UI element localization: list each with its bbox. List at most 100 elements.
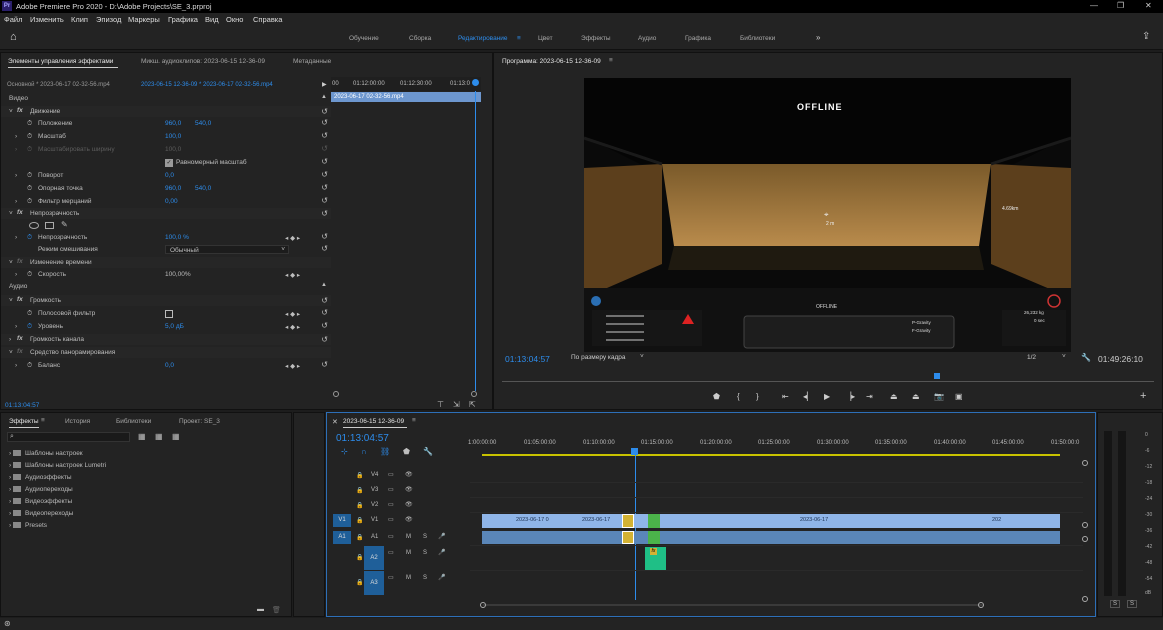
home-icon[interactable]: ⌂	[10, 31, 17, 43]
timeline-v-scrollbar[interactable]	[1082, 460, 1088, 610]
reset-icon[interactable]: ↺	[321, 321, 328, 330]
ws-assembly[interactable]: Сборка	[409, 35, 431, 42]
ws-menu-icon[interactable]: ≡	[517, 35, 521, 42]
tab-metadata[interactable]: Метаданные	[293, 58, 331, 65]
extract-icon[interactable]: ⏏	[912, 392, 920, 401]
green-audio-clip[interactable]	[648, 531, 660, 544]
scroll-handle-icon[interactable]	[1082, 536, 1088, 542]
expand-icon[interactable]: ˅	[9, 349, 13, 356]
solo-left-button[interactable]: S	[1110, 600, 1121, 608]
scroll-up-icon[interactable]: ▲	[321, 282, 327, 288]
play-icon[interactable]: ▶	[824, 392, 830, 401]
scale-value[interactable]: 100,0	[165, 133, 181, 140]
panner-section[interactable]: ˅ fx Средство панорамирования	[1, 347, 331, 358]
folder-item[interactable]: › Аудиоэффекты	[9, 474, 72, 481]
mini-ruler[interactable]: 00 01:12:00:00 01:12:30:00 01:13:0	[331, 77, 481, 91]
program-playhead-icon[interactable]	[934, 373, 940, 379]
reset-icon[interactable]: ↺	[321, 157, 328, 166]
stopwatch-icon[interactable]: ⏱	[27, 310, 32, 318]
keyframe-nav-icon[interactable]: ◂ ◆ ▸	[285, 234, 300, 242]
keyframe-nav-icon[interactable]: ◂ ◆ ▸	[285, 271, 300, 279]
video-viewer[interactable]: OFFLINE OFFLINE ⌖ 2 m 4.69km 26,232 kg 0…	[584, 78, 1071, 352]
blend-mode-select[interactable]: Обычный ˅	[165, 245, 289, 254]
reset-icon[interactable]: ↺	[321, 296, 328, 305]
mute-button[interactable]: M	[406, 575, 411, 581]
more-workspaces-icon[interactable]: »	[816, 33, 820, 42]
share-icon[interactable]: ⇪	[1142, 31, 1150, 42]
source-v1-patch[interactable]: V1	[333, 514, 351, 527]
position-x[interactable]: 960,0	[165, 120, 181, 127]
audio-clip[interactable]	[482, 531, 1060, 544]
flicker-value[interactable]: 0,00	[165, 198, 178, 205]
source-sequence-label[interactable]: 2023-06-15 12-36-09 * 2023-06-17 02-32-5…	[141, 82, 273, 88]
green-clip[interactable]	[648, 514, 660, 528]
mark-in-icon[interactable]: {	[737, 392, 740, 401]
solo-button[interactable]: S	[423, 534, 427, 540]
reset-icon[interactable]: ↺	[321, 118, 328, 127]
tab-history[interactable]: История	[65, 418, 90, 425]
video-clip[interactable]	[482, 514, 1060, 528]
reset-icon[interactable]: ↺	[321, 360, 328, 369]
expand-icon[interactable]: ›	[15, 172, 17, 179]
folder-item[interactable]: › Видеопереходы	[9, 510, 73, 517]
timeline-ruler[interactable]: 1:00:00:00 01:05:00:00 01:10:00:00 01:15…	[468, 436, 1093, 458]
menu-window[interactable]: Окно	[226, 15, 243, 24]
play-clip-icon[interactable]: ▶	[322, 81, 327, 88]
go-to-in-icon[interactable]: ⇤	[782, 392, 789, 401]
expand-icon[interactable]: ˅	[9, 259, 13, 266]
menu-clip[interactable]: Клип	[71, 15, 88, 24]
scroll-handle-icon[interactable]	[978, 602, 984, 608]
export-frame-icon[interactable]: 📷	[934, 392, 944, 401]
microphone-icon[interactable]: 🎤	[438, 533, 445, 540]
reset-icon[interactable]: ↺	[321, 196, 328, 205]
minimize-icon[interactable]: —	[1090, 1, 1098, 10]
channel-volume-section[interactable]: › fx Громкость канала ↺	[1, 334, 331, 345]
expand-icon[interactable]: ›	[15, 234, 17, 241]
fit-select[interactable]: По размеру кадра ˅	[568, 353, 648, 363]
panel-menu-icon[interactable]: ≡	[412, 417, 416, 424]
keyframe-nav-icon[interactable]: ◂ ◆ ▸	[285, 362, 300, 370]
go-to-out-icon[interactable]: ⇥	[866, 392, 873, 401]
mute-button[interactable]: M	[406, 534, 411, 540]
menu-markers[interactable]: Маркеры	[128, 15, 160, 24]
lock-icon[interactable]: 🔒	[356, 579, 363, 586]
eye-icon[interactable]: 👁	[405, 516, 413, 523]
sync-lock-icon[interactable]: ▭	[388, 549, 394, 556]
32bit-effects-icon[interactable]: ▦	[155, 432, 163, 441]
folder-item[interactable]: › Presets	[9, 522, 47, 529]
folder-item[interactable]: › Аудиопереходы	[9, 486, 73, 493]
accelerated-effects-icon[interactable]: ▦	[138, 432, 146, 441]
tab-effect-controls[interactable]: Элементы управления эффектами	[8, 58, 113, 65]
reset-icon[interactable]: ↺	[321, 209, 328, 218]
source-a1-patch[interactable]: A1	[333, 531, 351, 544]
speed-value[interactable]: 100,00%	[165, 271, 191, 278]
position-y[interactable]: 540,0	[195, 120, 211, 127]
ws-effects[interactable]: Эффекты	[581, 35, 611, 42]
compare-icon[interactable]: ▣	[955, 392, 963, 401]
sync-lock-icon[interactable]: ▭	[388, 516, 394, 523]
stopwatch-icon[interactable]: ⏱	[27, 198, 32, 206]
uniform-scale-checkbox[interactable]: ✓	[165, 159, 173, 167]
menu-graphics[interactable]: Графика	[168, 15, 198, 24]
scroll-handle-icon[interactable]	[471, 391, 477, 397]
step-forward-icon[interactable]: ▕▸	[845, 392, 855, 401]
solo-button[interactable]: S	[423, 575, 427, 581]
opacity-section[interactable]: ˅ fx Непрозрачность ↺	[1, 208, 331, 219]
rotation-value[interactable]: 0,0	[165, 172, 174, 179]
effect-controls-timecode[interactable]: 01:13:04:57	[5, 402, 39, 409]
menu-view[interactable]: Вид	[205, 15, 219, 24]
stopwatch-icon[interactable]: ⏱	[27, 362, 32, 370]
motion-section[interactable]: ˅ fx Движение ↺	[1, 106, 331, 117]
anchor-y[interactable]: 540,0	[195, 185, 211, 192]
lift-icon[interactable]: ⏏	[890, 392, 898, 401]
reset-icon[interactable]: ↺	[321, 244, 328, 253]
scroll-handle-icon[interactable]	[333, 391, 339, 397]
pen-mask-icon[interactable]: ✎	[61, 220, 68, 229]
folder-item[interactable]: › Шаблоны настроек Lumetri	[9, 462, 106, 469]
scroll-up-icon[interactable]: ▲	[321, 94, 327, 100]
tab-effects[interactable]: Эффекты	[9, 418, 39, 425]
bypass-checkbox[interactable]	[165, 310, 173, 318]
expand-icon[interactable]: ˅	[9, 108, 13, 115]
sync-lock-icon[interactable]: ▭	[388, 471, 394, 478]
expand-icon[interactable]: ›	[15, 198, 17, 205]
